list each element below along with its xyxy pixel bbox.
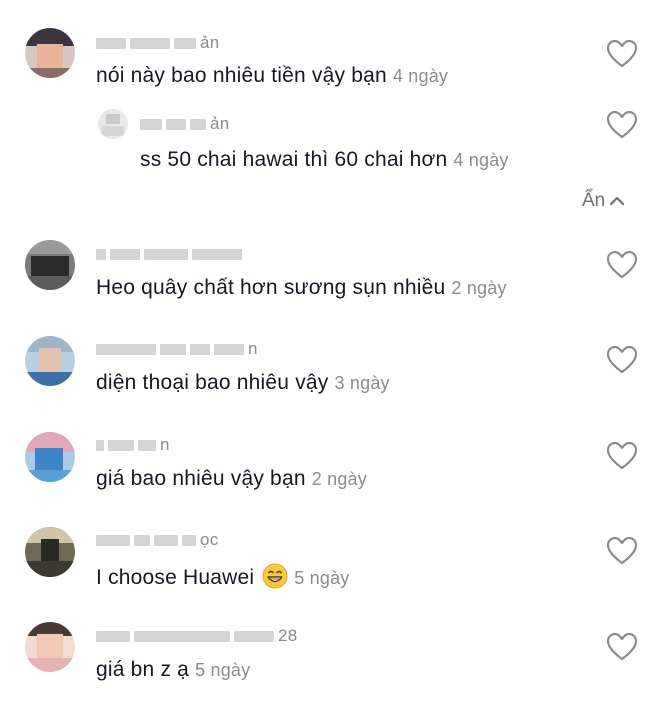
comment-time: 2 ngày: [311, 469, 367, 489]
avatar[interactable]: [25, 336, 75, 386]
comment-time: 4 ngày: [392, 66, 449, 86]
comment-text: diện thoại bao nhiêu vậy 3 ngày: [96, 371, 390, 395]
like-heart-icon[interactable]: [607, 251, 637, 279]
username-visible-text: n: [248, 339, 258, 358]
like-heart-icon[interactable]: [607, 346, 637, 374]
comment-text: nói này bao nhiêu tiền vậy bạn 4 ngày: [96, 64, 448, 88]
comment-body: diện thoại bao nhiêu vậy: [96, 371, 329, 394]
hide-replies-label: Ẩn: [582, 190, 606, 211]
comment-time: 2 ngày: [451, 278, 507, 298]
comment-text: giá bn z ạ5 ngày: [96, 658, 250, 682]
comment-text: ss 50 chai hawai thì 60 chai hơn 4 ngày: [140, 148, 509, 172]
comment-list: ản nói này bao nhiêu tiền vậy bạn 4 ngày …: [0, 0, 660, 715]
avatar[interactable]: [25, 432, 75, 482]
like-heart-icon[interactable]: [607, 537, 637, 565]
comment-body: ss 50 chai hawai thì 60 chai hơn: [140, 148, 448, 171]
comment-time: 5 ngày: [195, 660, 251, 680]
comment-username[interactable]: n: [96, 339, 258, 359]
comment-body: giá bao nhiêu vậy bạn: [96, 467, 306, 490]
grinning-face-emoji-icon: [262, 563, 288, 589]
username-visible-text: ọc: [200, 530, 219, 549]
chevron-up-icon: [610, 196, 625, 206]
username-visible-text: 28: [278, 626, 298, 645]
comment-username[interactable]: ọc: [96, 530, 219, 550]
comment-body: I choose Huawei: [96, 566, 255, 589]
comment-username[interactable]: [96, 244, 246, 264]
avatar[interactable]: [25, 240, 75, 290]
avatar[interactable]: [98, 109, 128, 139]
like-heart-icon[interactable]: [607, 442, 637, 470]
comment-username[interactable]: ản: [96, 33, 220, 53]
avatar[interactable]: [25, 28, 75, 78]
like-heart-icon[interactable]: [607, 633, 637, 661]
comment-text: I choose Huawei 5 ngày: [96, 563, 350, 590]
comment-time: 5 ngày: [294, 568, 350, 588]
comment-username[interactable]: ản: [140, 114, 230, 134]
username-visible-text: ản: [200, 33, 220, 52]
comment-time: 4 ngày: [453, 150, 509, 170]
comment-body: nói này bao nhiêu tiền vậy bạn: [96, 64, 387, 87]
comment-username[interactable]: 28: [96, 626, 298, 646]
avatar[interactable]: [25, 527, 75, 577]
username-visible-text: ản: [210, 114, 230, 133]
username-visible-text: n: [160, 435, 170, 454]
comment-body: Heo quây chất hơn sương sụn nhiều: [96, 276, 446, 299]
like-heart-icon[interactable]: [607, 111, 637, 139]
avatar[interactable]: [25, 622, 75, 672]
comment-time: 3 ngày: [334, 373, 390, 393]
comment-text: Heo quây chất hơn sương sụn nhiều 2 ngày: [96, 276, 507, 300]
hide-replies-button[interactable]: Ẩn: [582, 190, 625, 212]
comment-body: giá bn z ạ: [96, 658, 190, 681]
comment-text: giá bao nhiêu vậy bạn 2 ngày: [96, 467, 367, 491]
like-heart-icon[interactable]: [607, 40, 637, 68]
comment-username[interactable]: n: [96, 435, 170, 455]
